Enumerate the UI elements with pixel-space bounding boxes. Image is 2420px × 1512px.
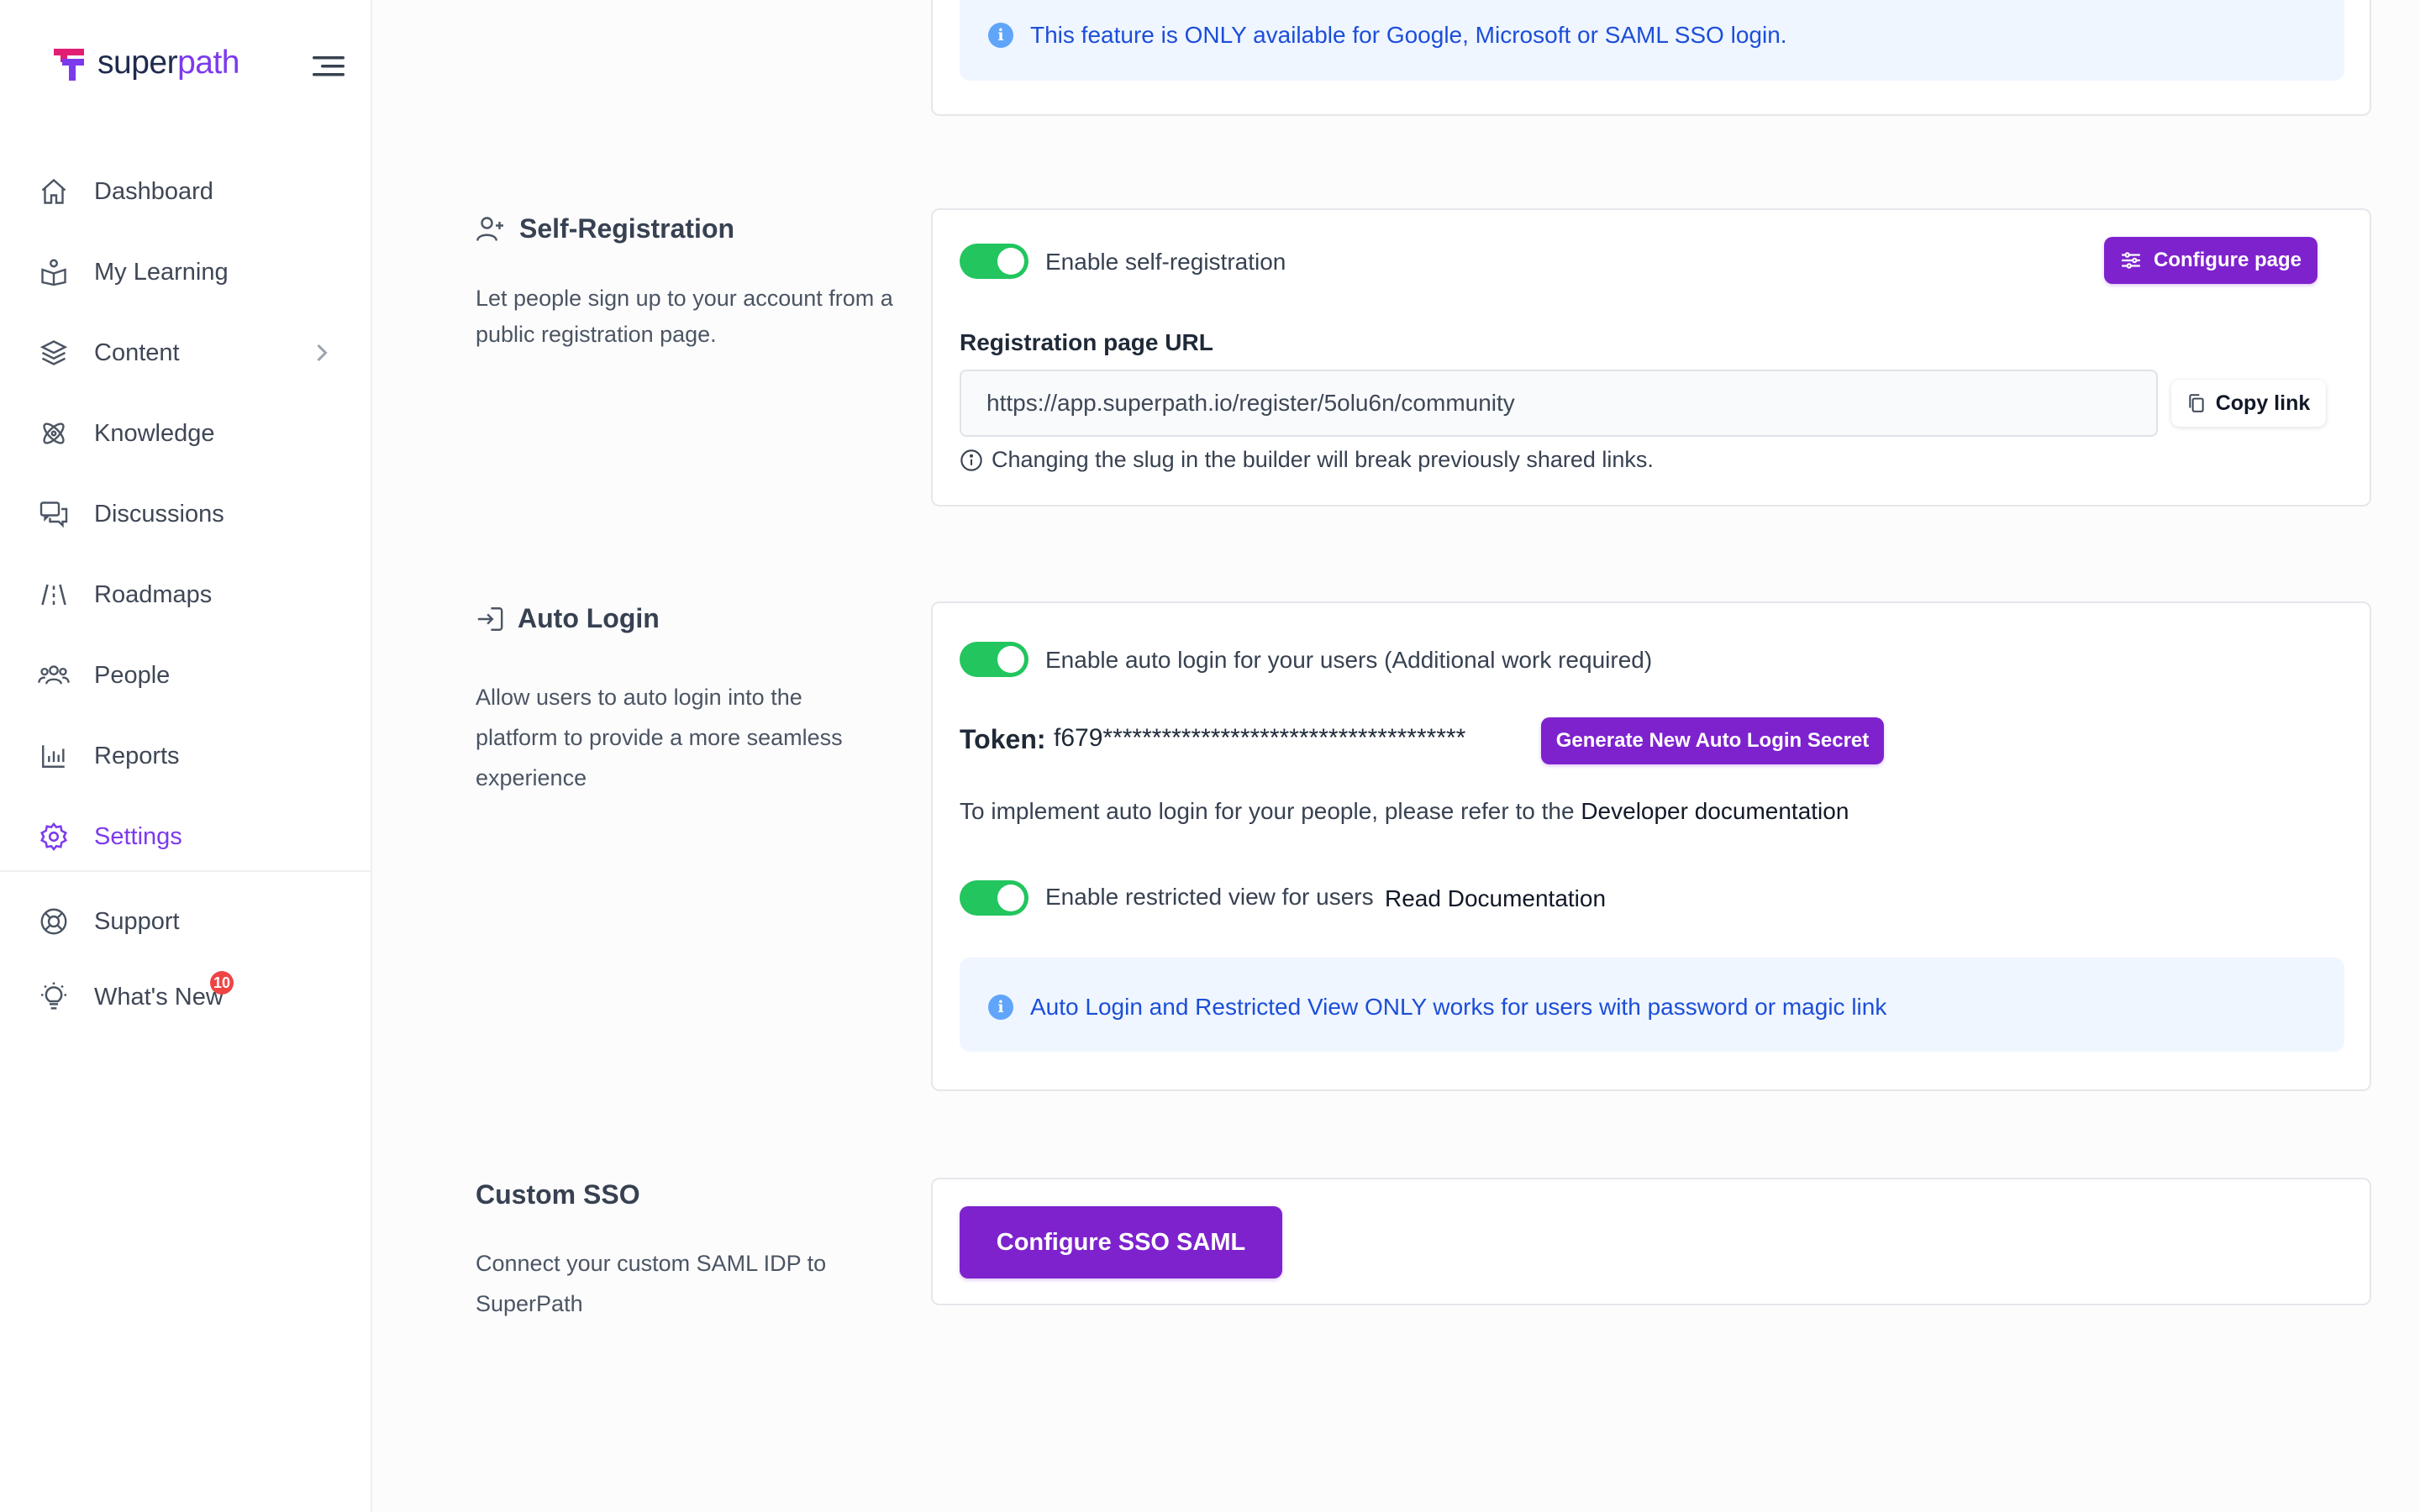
login-icon <box>477 606 503 631</box>
atom-icon <box>37 417 71 450</box>
sidebar-item-my-learning[interactable]: My Learning <box>37 232 356 312</box>
sidebar-item-dashboard[interactable]: Dashboard <box>37 151 356 232</box>
generate-auto-login-secret-button[interactable]: Generate New Auto Login Secret <box>1541 717 1884 764</box>
custom-sso-title: Custom SSO <box>476 1179 640 1210</box>
sso-notice: i This feature is ONLY available for Goo… <box>960 0 2344 81</box>
custom-sso-description: Connect your custom SAML IDP to SuperPat… <box>476 1251 827 1316</box>
auto-login-title: Auto Login <box>476 603 660 634</box>
self-registration-toggle-label: Enable self-registration <box>1045 249 1286 275</box>
self-registration-card: Enable self-registration Configure page … <box>931 208 2371 507</box>
sidebar-item-label: Settings <box>94 822 182 850</box>
registration-url-field[interactable]: https://app.superpath.io/register/5olu6n… <box>960 370 2158 437</box>
sidebar-item-roadmaps[interactable]: Roadmaps <box>37 554 356 635</box>
sidebar-item-knowledge[interactable]: Knowledge <box>37 393 356 474</box>
sidebar-item-content[interactable]: Content <box>37 312 356 393</box>
sidebar-item-whats-new[interactable]: What's New 10 <box>37 959 356 1035</box>
custom-sso-card: Configure SSO SAML <box>931 1178 2371 1305</box>
registration-url-label: Registration page URL <box>960 329 1213 355</box>
info-icon: i <box>988 995 1013 1020</box>
restricted-view-toggle-label: Enable restricted view for users <box>1045 884 1374 910</box>
sidebar-item-label: Support <box>94 907 180 935</box>
sidebar: superpath Dashboard My Learning Content <box>0 0 372 1512</box>
sidebar-item-label: Reports <box>94 742 180 769</box>
sso-login-card: i This feature is ONLY available for Goo… <box>931 0 2371 116</box>
configure-page-button[interactable]: Configure page <box>2104 237 2317 284</box>
auto-login-notice: i Auto Login and Restricted View ONLY wo… <box>960 958 2344 1052</box>
logo[interactable]: superpath <box>50 44 239 82</box>
auto-login-notice-text: Auto Login and Restricted View ONLY work… <box>1030 994 1887 1020</box>
users-icon <box>37 659 71 692</box>
sso-notice-text: This feature is ONLY available for Googl… <box>1030 22 1787 48</box>
sidebar-item-label: People <box>94 661 171 689</box>
configure-sso-saml-button[interactable]: Configure SSO SAML <box>960 1206 1282 1278</box>
sidebar-item-people[interactable]: People <box>37 635 356 716</box>
sidebar-bottom-nav: Support What's New 10 <box>37 884 356 1035</box>
notification-badge: 10 <box>210 971 234 995</box>
home-icon <box>37 175 71 208</box>
sidebar-item-label: Knowledge <box>94 419 215 447</box>
user-plus-icon <box>476 216 503 241</box>
sidebar-item-label: Dashboard <box>94 177 213 205</box>
auto-login-description: Allow users to auto login into the platf… <box>476 685 843 790</box>
copy-icon <box>2189 394 2204 412</box>
logo-text: superpath <box>97 45 239 81</box>
auto-login-toggle[interactable] <box>960 642 1028 677</box>
info-circle-icon <box>960 449 982 471</box>
learning-icon <box>37 255 71 289</box>
token-value: f679************************************… <box>1054 724 1466 752</box>
sidebar-item-reports[interactable]: Reports <box>37 716 356 796</box>
auto-login-card: Enable auto login for your users (Additi… <box>931 601 2371 1091</box>
copy-link-button[interactable]: Copy link <box>2171 380 2326 427</box>
self-registration-title: Self-Registration <box>476 213 734 244</box>
gear-icon <box>37 820 71 853</box>
read-documentation-link[interactable]: Read Documentation <box>1385 885 1606 912</box>
bar-chart-icon <box>37 739 71 773</box>
sliders-icon <box>2122 252 2140 269</box>
lifebuoy-icon <box>37 905 71 938</box>
restricted-view-toggle[interactable] <box>960 880 1028 916</box>
chevron-right-icon[interactable] <box>314 343 329 363</box>
auto-login-toggle-label: Enable auto login for your users (Additi… <box>1045 647 1653 673</box>
info-icon: i <box>988 23 1013 48</box>
slug-warning: Changing the slug in the builder will br… <box>960 447 1654 473</box>
chat-icon <box>37 497 71 531</box>
self-registration-toggle[interactable] <box>960 244 1028 279</box>
sidebar-item-label: Roadmaps <box>94 580 213 608</box>
sidebar-item-label: Content <box>94 339 180 366</box>
road-icon <box>37 578 71 612</box>
token-label: Token: <box>960 724 1046 754</box>
sidebar-divider <box>0 870 372 872</box>
sidebar-item-label: What's New <box>94 983 224 1011</box>
sidebar-item-support[interactable]: Support <box>37 884 356 959</box>
bulb-icon <box>37 980 71 1014</box>
developer-documentation-link[interactable]: Developer documentation <box>1581 798 1849 824</box>
menu-collapse-icon[interactable] <box>313 54 345 79</box>
app-root: superpath Dashboard My Learning Content <box>0 0 2420 1512</box>
self-registration-description: Let people sign up to your account from … <box>476 286 893 347</box>
sidebar-nav: Dashboard My Learning Content Knowledge … <box>37 151 356 877</box>
layers-icon <box>37 336 71 370</box>
sidebar-item-label: Discussions <box>94 500 224 528</box>
sidebar-item-label: My Learning <box>94 258 229 286</box>
sidebar-item-settings[interactable]: Settings <box>37 796 356 877</box>
implement-text: To implement auto login for your people,… <box>960 798 1849 824</box>
superpath-logo-icon <box>54 49 84 81</box>
sidebar-item-discussions[interactable]: Discussions <box>37 474 356 554</box>
